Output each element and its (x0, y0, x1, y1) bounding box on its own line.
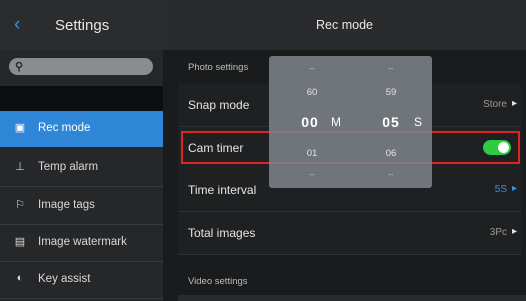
chevron-left-icon[interactable]: ‹ (14, 14, 20, 36)
sidebar-item-key-assist[interactable]: ◐ Key assist (0, 262, 163, 299)
minutes-unit: M (331, 115, 341, 129)
sidebar-header: ‹ Settings (0, 0, 163, 50)
seconds-below2[interactable]: -- (376, 170, 406, 179)
sidebar-item-rec-mode[interactable]: ▣ Rec mode (0, 111, 163, 147)
time-interval-label: Time interval (188, 183, 257, 197)
chevron-right-icon: ▸ (511, 226, 517, 237)
sidebar: ‹ Settings ⚲ ▣ Rec mode ⊥ Temp alarm ⚐ I… (0, 0, 163, 301)
thermometer-icon: ⊥ (15, 161, 25, 173)
video-settings-row-edge (178, 295, 526, 301)
minutes-below2[interactable]: -- (297, 170, 327, 179)
flag-icon: ⚐ (15, 199, 25, 211)
chevron-right-icon: ▸ (511, 98, 517, 109)
sidebar-item-label: Image tags (38, 199, 95, 211)
total-images-value: 3Pc (489, 227, 507, 238)
seconds-selected[interactable]: 05 (374, 114, 408, 130)
sidebar-item-image-tags[interactable]: ⚐ Image tags (0, 188, 163, 225)
minutes-above1[interactable]: 60 (297, 87, 327, 98)
search-icon: ⚲ (15, 61, 24, 73)
sidebar-item-label: Temp alarm (38, 161, 99, 173)
snap-mode-value: Store (483, 99, 507, 110)
seconds-above1[interactable]: 59 (376, 87, 406, 98)
sidebar-title: Settings (55, 17, 110, 34)
seconds-below1[interactable]: 06 (376, 148, 406, 159)
photo-settings-heading: Photo settings (188, 62, 249, 73)
sidebar-item-label: Rec mode (38, 122, 91, 134)
video-settings-heading: Video settings (188, 276, 248, 287)
search-input[interactable]: ⚲ (9, 58, 153, 75)
time-interval-value: 5S (494, 184, 507, 195)
toggle-icon: ◐ (16, 272, 24, 284)
minutes-below1[interactable]: 01 (297, 148, 327, 159)
sidebar-item-label: Image watermark (38, 236, 127, 248)
page-title: Rec mode (316, 18, 373, 32)
seconds-unit: S (413, 115, 422, 129)
seconds-above2[interactable]: -- (376, 64, 406, 73)
snap-mode-label: Snap mode (188, 98, 250, 112)
total-images-row[interactable]: Total images 3Pc ▸ (178, 212, 521, 255)
minutes-selected[interactable]: 00 (293, 114, 327, 130)
sidebar-spacer (0, 86, 163, 111)
sidebar-item-label: Key assist (38, 273, 91, 285)
sidebar-item-image-watermark[interactable]: ▤ Image watermark (0, 225, 163, 262)
camera-icon: ▣ (14, 122, 26, 134)
chevron-right-icon: ▸ (511, 183, 517, 194)
time-picker[interactable]: -- 60 00 M 01 -- -- 59 05 S 06 -- (269, 56, 432, 188)
total-images-label: Total images (188, 226, 256, 240)
main-header: Rec mode (163, 0, 526, 50)
minutes-above2[interactable]: -- (297, 64, 327, 73)
watermark-icon: ▤ (14, 236, 26, 248)
sidebar-item-temp-alarm[interactable]: ⊥ Temp alarm (0, 150, 163, 187)
